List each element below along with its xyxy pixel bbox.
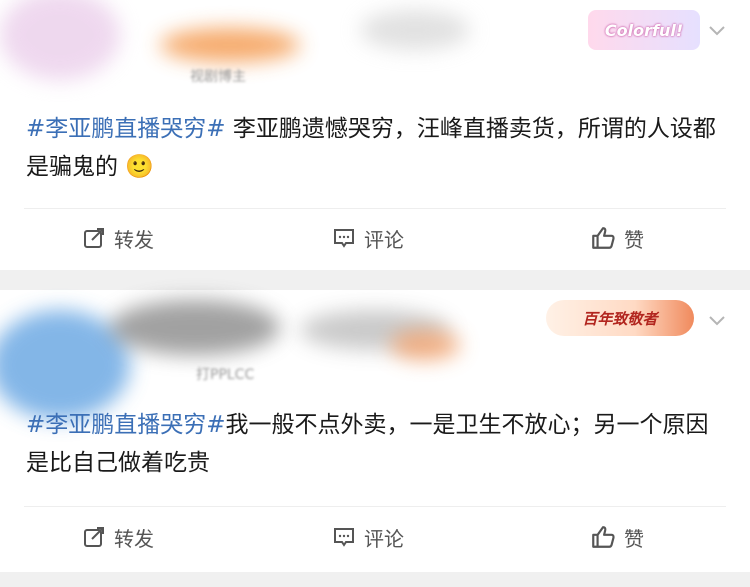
like-button[interactable]: 赞 (590, 522, 644, 552)
blurred-avatar (0, 0, 120, 80)
chevron-down-icon[interactable] (708, 312, 726, 330)
repost-button[interactable]: 转发 (82, 223, 154, 253)
comment-button[interactable]: 评论 (332, 522, 404, 552)
weibo-feed: 视剧博主 Colorful! #李亚鹏直播哭穷# 李亚鹏遗憾哭穷，汪峰直播卖货，… (0, 0, 750, 587)
post-text: #李亚鹏直播哭穷# 李亚鹏遗憾哭穷，汪峰直播卖货，所谓的人设都是骗鬼的 🙂 (26, 110, 726, 186)
separator (0, 270, 750, 290)
blurred-username (390, 330, 460, 360)
like-icon (592, 227, 615, 249)
decoration-badge[interactable]: 百年致敬者 (546, 300, 694, 336)
comment-icon (334, 229, 354, 248)
like-button[interactable]: 赞 (590, 223, 644, 253)
comment-label: 评论 (364, 227, 404, 252)
blurred-username (110, 300, 280, 355)
smile-emoji: 🙂 (125, 154, 154, 180)
repost-label: 转发 (114, 227, 154, 252)
comment-icon (334, 528, 354, 547)
topic-hashtag[interactable]: #李亚鹏直播哭穷# (26, 412, 226, 438)
blurred-author-note: 视剧博主 (190, 69, 246, 85)
blurred-username (160, 28, 300, 62)
chevron-down-icon[interactable] (708, 22, 726, 40)
repost-icon (84, 527, 104, 547)
repost-button[interactable]: 转发 (82, 522, 154, 552)
comment-button[interactable]: 评论 (332, 223, 404, 253)
post-card: 视剧博主 Colorful! #李亚鹏直播哭穷# 李亚鹏遗憾哭穷，汪峰直播卖货，… (0, 0, 750, 270)
blurred-author-note: 打PPLCC (196, 367, 255, 383)
post-card: 打PPLCC 百年致敬者 #李亚鹏直播哭穷#我一般不点外卖，一是卫生不放心；另一… (0, 290, 750, 572)
like-icon (592, 526, 615, 548)
blurred-username (360, 10, 470, 50)
repost-label: 转发 (114, 526, 154, 551)
like-label: 赞 (624, 227, 644, 252)
decoration-badge[interactable]: Colorful! (588, 10, 700, 50)
topic-hashtag[interactable]: #李亚鹏直播哭穷# (26, 116, 226, 142)
repost-icon (84, 228, 104, 248)
like-label: 赞 (624, 526, 644, 551)
separator (0, 572, 750, 587)
post-text: #李亚鹏直播哭穷#我一般不点外卖，一是卫生不放心；另一个原因是比自己做着吃贵 (26, 406, 726, 482)
divider (24, 506, 726, 507)
comment-label: 评论 (364, 526, 404, 551)
divider (24, 208, 726, 209)
